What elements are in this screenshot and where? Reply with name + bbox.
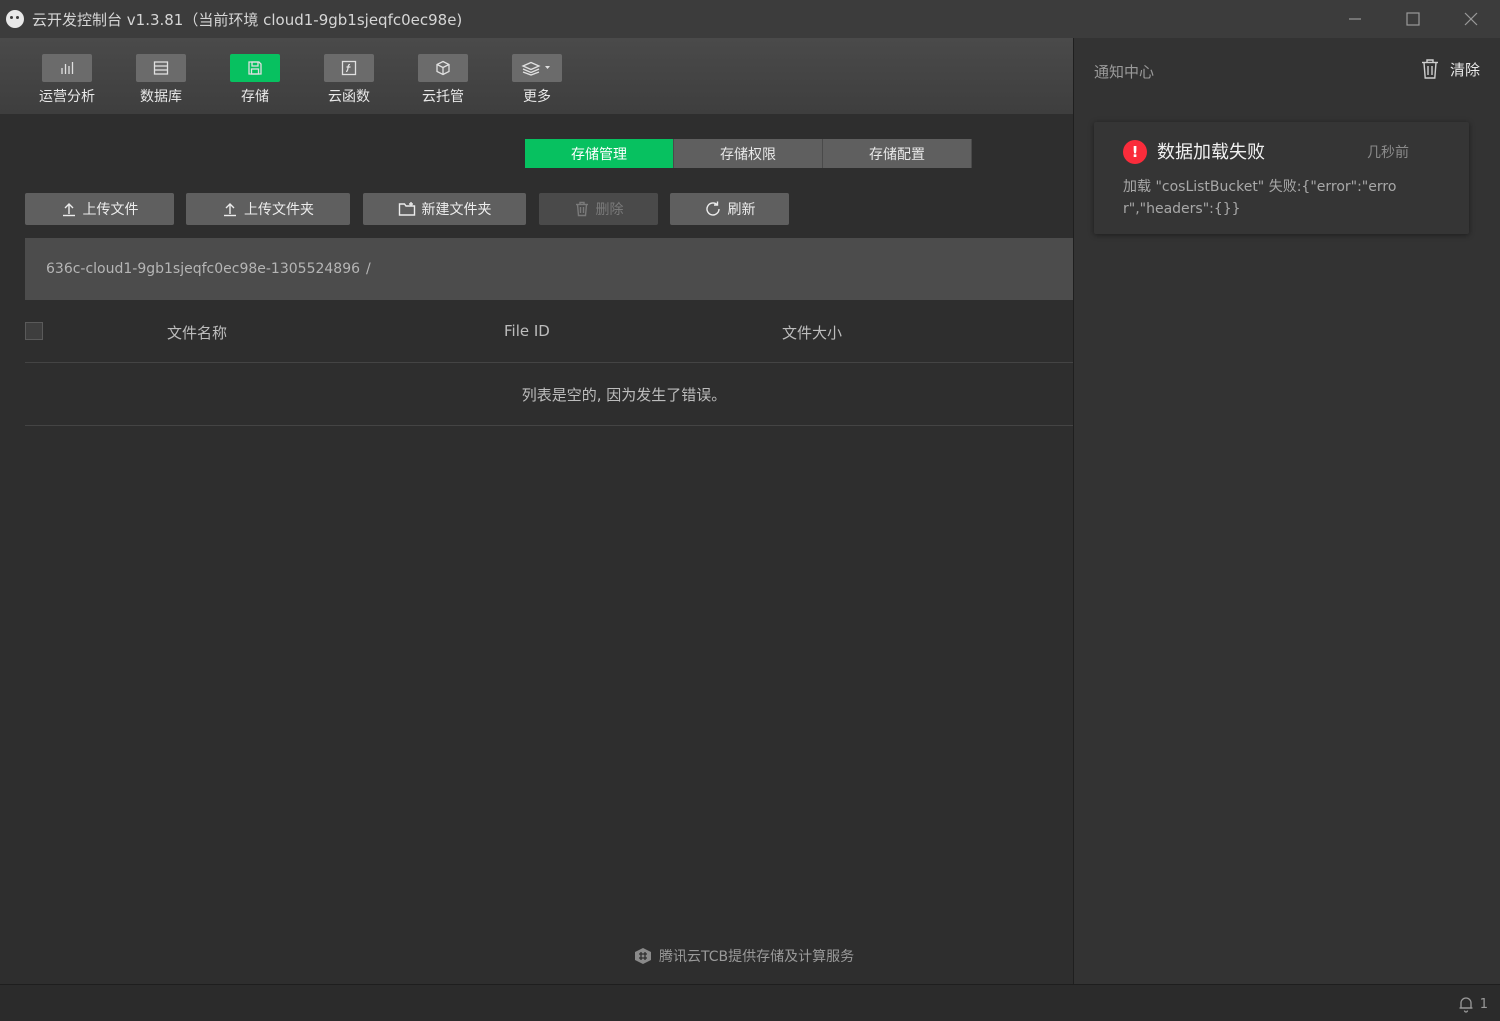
- top-toolbar: 运营分析 数据库 存储 云函数 云托管 更多: [0, 38, 1073, 114]
- maximize-icon: [1406, 12, 1420, 26]
- tool-cloud-function[interactable]: 云函数: [302, 38, 396, 114]
- trash-icon: [1421, 59, 1438, 79]
- storage-subtabs: 存储管理 存储权限 存储配置: [525, 139, 972, 168]
- upload-icon: [224, 203, 236, 217]
- tool-storage[interactable]: 存储: [208, 38, 302, 114]
- column-file-id: File ID: [504, 322, 550, 340]
- layers-icon: [512, 54, 562, 82]
- tool-label: 云函数: [328, 89, 370, 105]
- upload-file-label: 上传文件: [82, 202, 139, 218]
- error-icon: !: [1123, 140, 1147, 164]
- tool-label: 运营分析: [39, 89, 95, 105]
- tab-storage-management[interactable]: 存储管理: [525, 139, 674, 168]
- database-icon: [136, 54, 186, 82]
- close-button[interactable]: [1442, 0, 1500, 38]
- upload-folder-button[interactable]: 上传文件夹: [186, 193, 350, 225]
- title-bar: 云开发控制台 v1.3.81（当前环境 cloud1-9gb1sjeqfc0ec…: [0, 0, 1500, 38]
- notification-time: 几秒前: [1367, 145, 1409, 161]
- status-bar: 1: [0, 984, 1500, 1021]
- column-file-name: 文件名称: [167, 324, 228, 342]
- main-panel: 运营分析 数据库 存储 云函数 云托管 更多 存储管理 存储权限 存储配置 上传…: [0, 38, 1073, 984]
- footer-credit: 腾讯云TCB提供存储及计算服务: [633, 946, 854, 966]
- tool-database[interactable]: 数据库: [114, 38, 208, 114]
- close-icon: [1464, 12, 1478, 26]
- trash-icon: [575, 201, 588, 217]
- notification-count: 1: [1479, 996, 1488, 1012]
- refresh-button[interactable]: 刷新: [670, 193, 789, 225]
- tool-label: 更多: [523, 89, 551, 105]
- notification-card-title: 数据加载失败: [1157, 142, 1265, 163]
- new-folder-label: 新建文件夹: [421, 202, 492, 218]
- notification-center: 通知中心 清除 ! 数据加载失败 几秒前 加载 "cosListBucket" …: [1073, 38, 1500, 984]
- tencent-cloud-logo-icon: [635, 948, 651, 964]
- tool-more[interactable]: 更多: [490, 38, 584, 114]
- refresh-label: 刷新: [727, 202, 756, 218]
- path-separator: /: [366, 261, 371, 277]
- file-table-header: 文件名称 File ID 文件大小: [25, 300, 1073, 363]
- notification-bell-button[interactable]: 1: [1458, 995, 1488, 1013]
- tab-storage-permissions[interactable]: 存储权限: [674, 139, 823, 168]
- clear-label: 清除: [1449, 60, 1480, 79]
- window-controls: [1326, 0, 1500, 38]
- credit-text: 腾讯云TCB提供存储及计算服务: [659, 949, 855, 965]
- new-folder-button[interactable]: 新建文件夹: [363, 193, 526, 225]
- column-file-size: 文件大小: [782, 324, 843, 342]
- delete-label: 删除: [595, 202, 624, 218]
- tool-analytics[interactable]: 运营分析: [20, 38, 114, 114]
- clear-notifications-button[interactable]: 清除: [1420, 58, 1480, 80]
- upload-icon: [62, 203, 75, 217]
- tool-cloud-hosting[interactable]: 云托管: [396, 38, 490, 114]
- chart-icon: [42, 54, 92, 82]
- upload-folder-label: 上传文件夹: [244, 202, 314, 218]
- minimize-button[interactable]: [1326, 0, 1384, 38]
- notification-card[interactable]: ! 数据加载失败 几秒前 加载 "cosListBucket" 失败:{"err…: [1094, 122, 1469, 234]
- upload-file-button[interactable]: 上传文件: [25, 193, 174, 225]
- maximize-button[interactable]: [1384, 0, 1442, 38]
- tool-label: 云托管: [422, 89, 464, 105]
- select-all-checkbox[interactable]: [25, 322, 43, 340]
- tab-storage-config[interactable]: 存储配置: [823, 139, 972, 168]
- minimize-icon: [1349, 18, 1361, 20]
- tool-label: 数据库: [140, 89, 182, 105]
- cube-icon: [418, 54, 468, 82]
- breadcrumb: 636c-cloud1-9gb1sjeqfc0ec98e-1305524896 …: [25, 238, 1073, 300]
- refresh-icon: [705, 201, 720, 216]
- new-folder-icon: [398, 202, 415, 216]
- bucket-path[interactable]: 636c-cloud1-9gb1sjeqfc0ec98e-1305524896: [46, 261, 360, 277]
- notification-message: 加载 "cosListBucket" 失败:{"error":"error","…: [1123, 179, 1397, 217]
- delete-button[interactable]: 删除: [539, 193, 658, 225]
- function-icon: [324, 54, 374, 82]
- tool-label: 存储: [241, 89, 269, 105]
- bell-icon: [1459, 997, 1473, 1013]
- notification-title: 通知中心: [1094, 63, 1155, 81]
- wechat-devtools-logo-icon: [6, 10, 24, 28]
- save-icon: [230, 54, 280, 82]
- window-title: 云开发控制台 v1.3.81（当前环境 cloud1-9gb1sjeqfc0ec…: [32, 10, 463, 29]
- empty-state-message: 列表是空的, 因为发生了错误。: [25, 363, 1073, 426]
